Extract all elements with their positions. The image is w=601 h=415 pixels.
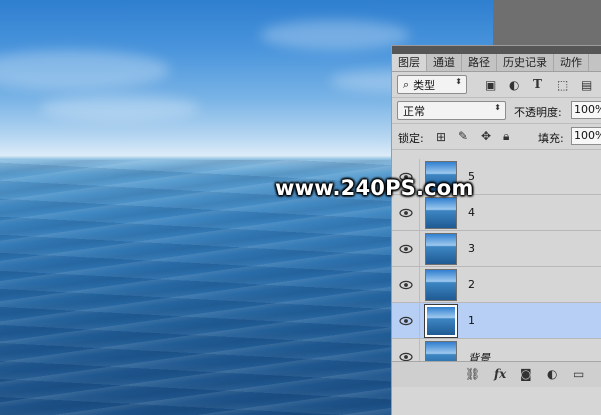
layer-name: 1	[468, 314, 475, 327]
blend-row: 正常 ⬍ 不透明度: 100%	[392, 98, 601, 124]
eye-icon[interactable]	[399, 206, 413, 220]
type-filter-icon[interactable]: T	[533, 77, 542, 91]
divider	[419, 231, 420, 267]
filter-row: ⌕ 类型 ⬍ ▣ ◐ T ⬚ ▤	[392, 72, 601, 98]
layer-name: 2	[468, 278, 475, 291]
link-layers-icon[interactable]: ⛓	[465, 367, 480, 381]
filter-type-label: 类型	[413, 78, 436, 92]
tab-channels[interactable]: 通道	[427, 54, 462, 71]
smart-object-filter-icon[interactable]: ▤	[581, 78, 592, 92]
new-group-folder-icon[interactable]: ▭	[573, 367, 584, 381]
tab-layers[interactable]: 图层	[392, 54, 427, 71]
add-mask-icon[interactable]: ◙	[520, 367, 532, 381]
divider	[419, 195, 420, 231]
panel-bottom-toolbar: ⛓ fx ◙ ◐ ▭	[392, 361, 601, 387]
tab-history[interactable]: 历史记录	[497, 54, 554, 71]
layer-thumbnail	[425, 269, 457, 301]
lock-all-icon[interactable]: 🔒︎	[503, 129, 509, 143]
layer-row-selected[interactable]: 1	[392, 303, 601, 339]
opacity-label: 不透明度:	[514, 106, 562, 119]
layer-thumbnail	[425, 233, 457, 265]
eye-icon[interactable]	[399, 242, 413, 256]
fill-label: 填充:	[538, 132, 564, 145]
layer-thumbnail	[424, 304, 458, 338]
cloud	[0, 50, 170, 90]
lock-transparent-icon[interactable]: ⊞	[436, 130, 446, 144]
tab-actions[interactable]: 动作	[554, 54, 589, 71]
filter-type-select[interactable]: ⌕ 类型 ⬍	[397, 75, 467, 94]
divider	[419, 303, 420, 339]
shape-filter-icon[interactable]: ⬚	[557, 78, 568, 92]
layers-panel: 图层 通道 路径 历史记录 动作 ⌕ 类型 ⬍ ▣ ◐ T ⬚ ▤ 正常 ⬍ 不…	[391, 45, 601, 415]
layer-row[interactable]: 4	[392, 195, 601, 231]
pixel-filter-icon[interactable]: ▣	[485, 78, 496, 92]
updown-arrow-icon: ⬍	[455, 77, 462, 86]
layer-name: 3	[468, 242, 475, 255]
layer-row[interactable]: 3	[392, 231, 601, 267]
adjustment-layer-icon[interactable]: ◐	[547, 367, 557, 381]
lock-label: 锁定:	[398, 132, 424, 145]
updown-arrow-icon: ⬍	[494, 103, 501, 112]
layer-name: 4	[468, 206, 475, 219]
panel-tabs: 图层 通道 路径 历史记录 动作	[392, 54, 601, 72]
lock-row: 锁定: ⊞ ✎ ✥ 🔒︎ 填充: 100%	[392, 124, 601, 150]
fill-input[interactable]: 100%	[571, 127, 601, 145]
tab-paths[interactable]: 路径	[462, 54, 497, 71]
cloud	[260, 20, 410, 50]
adjustment-filter-icon[interactable]: ◐	[509, 78, 519, 92]
eye-icon[interactable]	[399, 314, 413, 328]
layer-thumbnail	[425, 197, 457, 229]
blend-mode-label: 正常	[403, 104, 425, 118]
divider	[419, 267, 420, 303]
layer-style-fx-icon[interactable]: fx	[494, 367, 506, 381]
lock-move-icon[interactable]: ✥	[481, 129, 491, 143]
eye-icon[interactable]	[399, 278, 413, 292]
panel-title-bar[interactable]	[392, 46, 601, 54]
blend-mode-select[interactable]: 正常 ⬍	[397, 101, 506, 120]
search-icon: ⌕	[403, 77, 410, 91]
layer-row[interactable]: 2	[392, 267, 601, 303]
opacity-input[interactable]: 100%	[571, 101, 601, 119]
cloud	[40, 95, 200, 121]
watermark-text: www.240PS.com	[275, 176, 474, 200]
lock-brush-icon[interactable]: ✎	[458, 129, 468, 143]
